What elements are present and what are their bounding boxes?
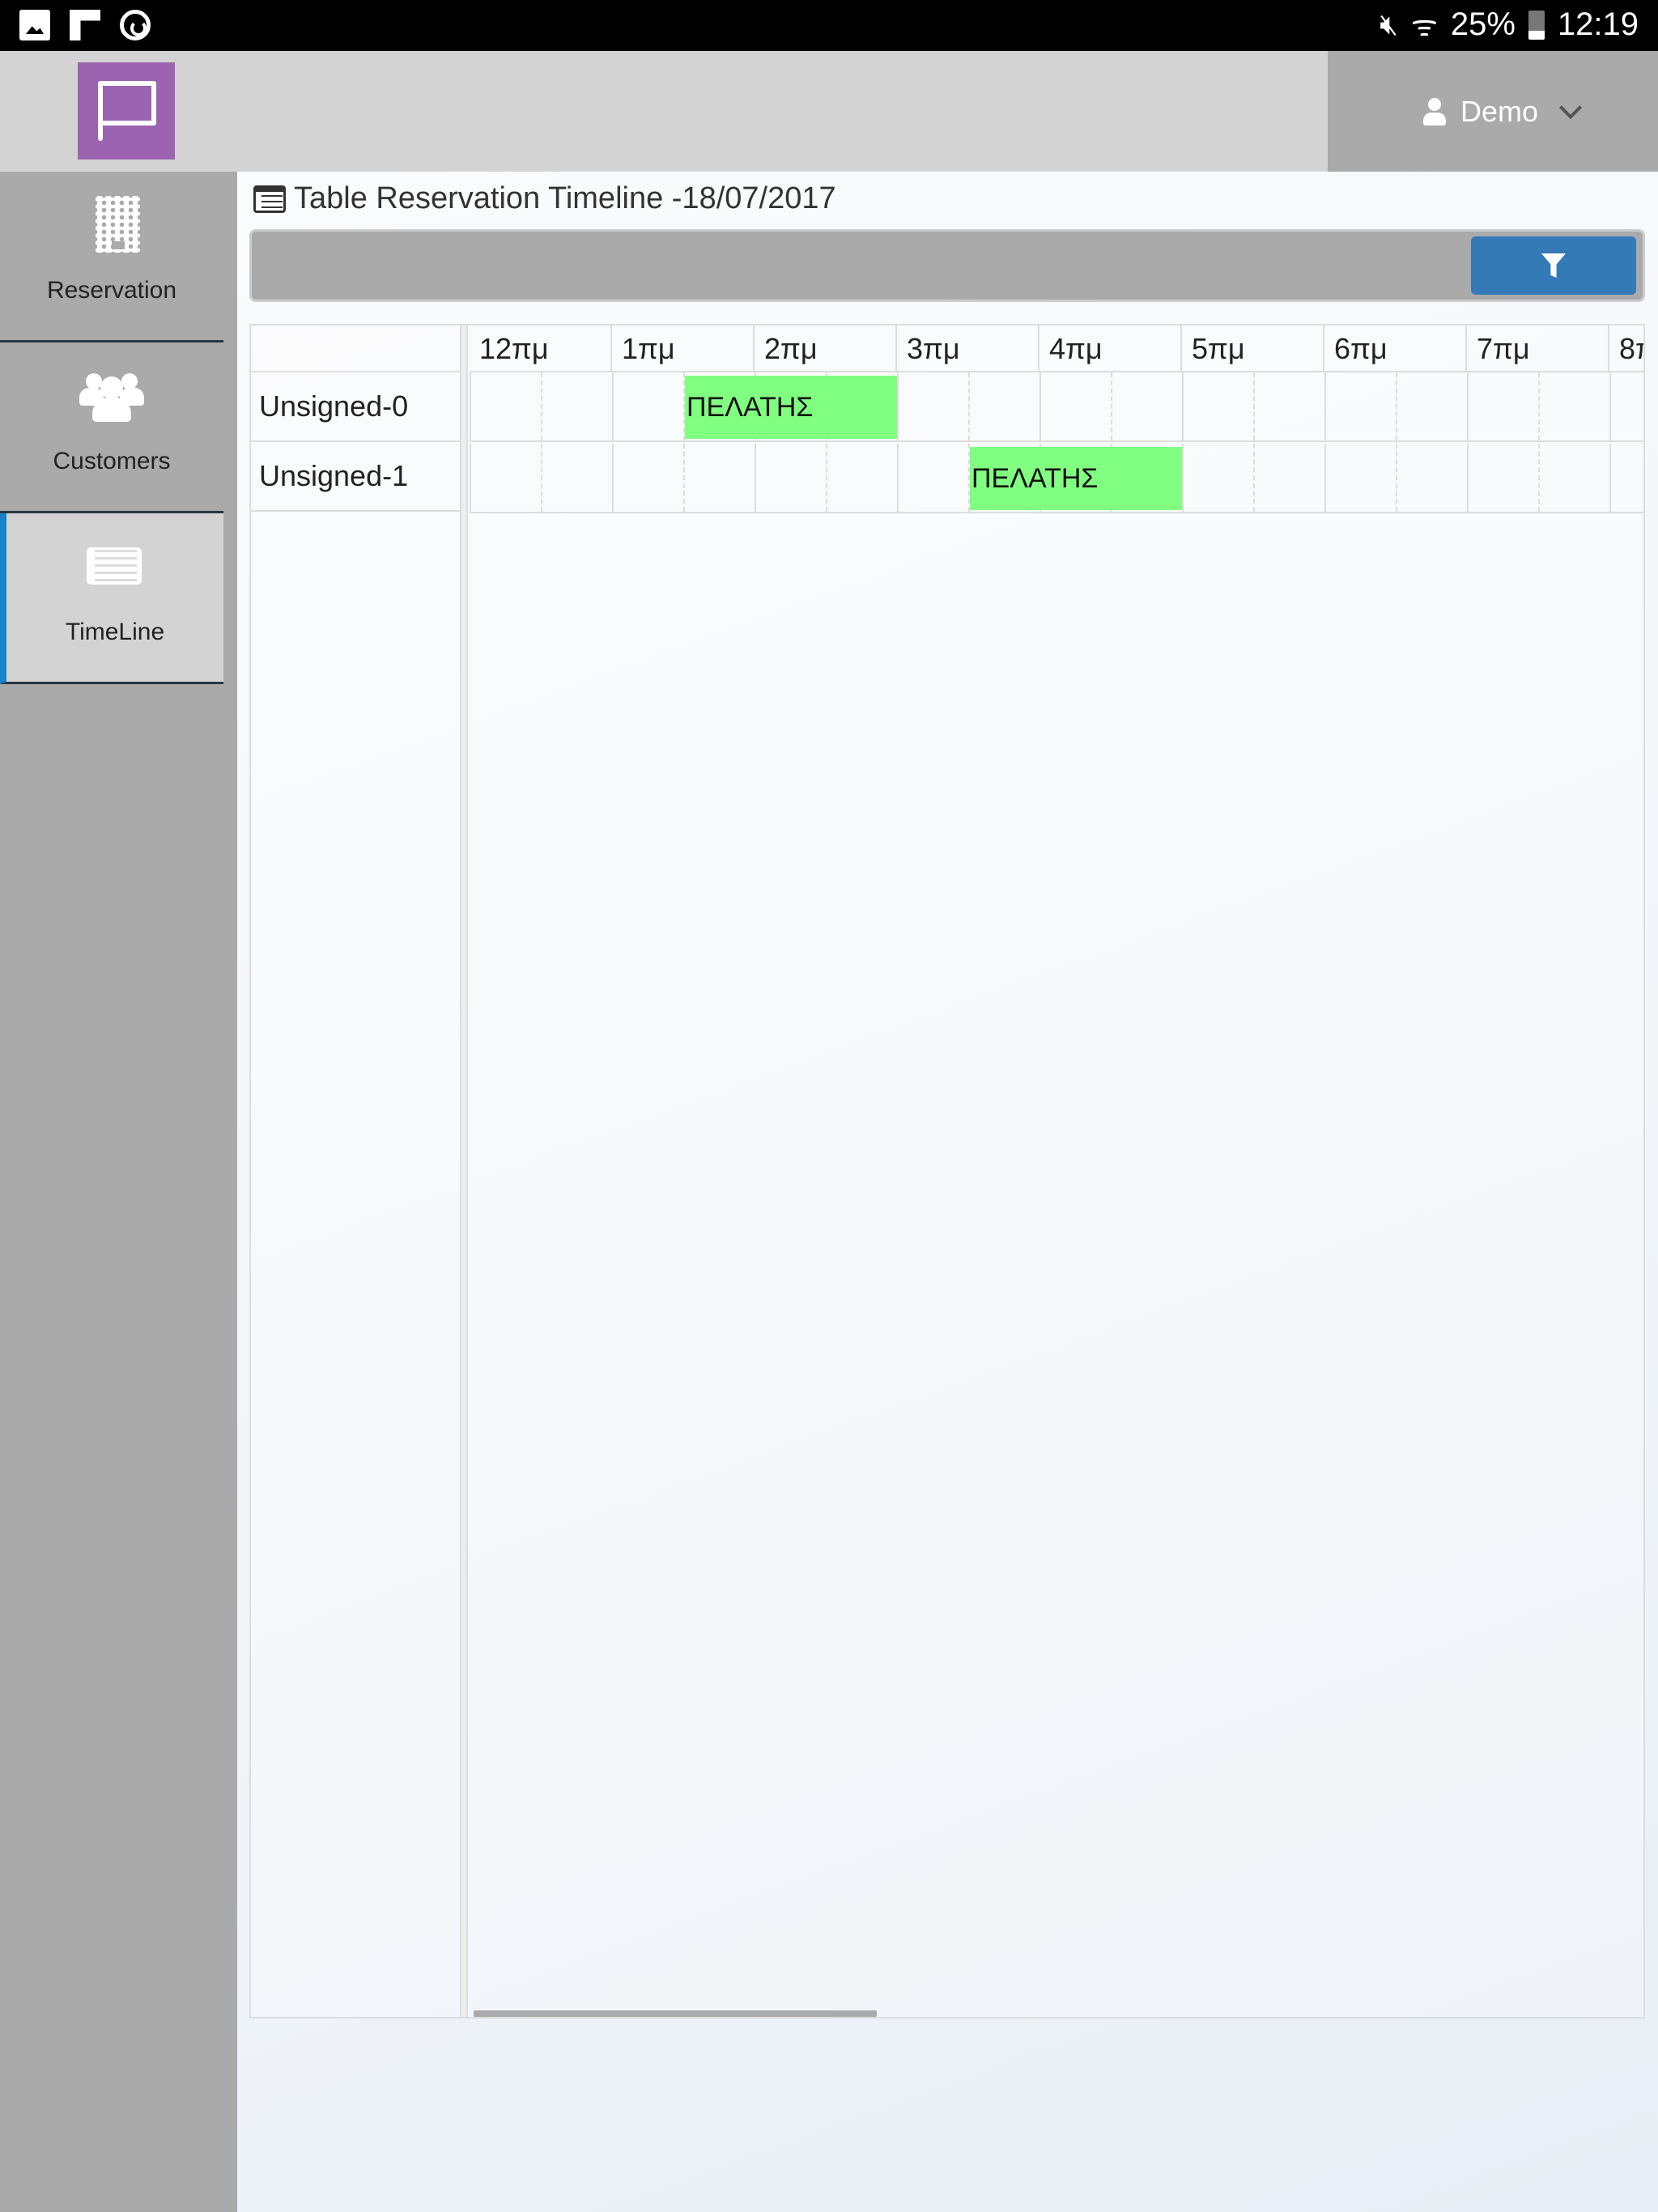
chat-logo-icon[interactable] — [78, 62, 175, 160]
grid-line — [1182, 444, 1184, 512]
column-splitter[interactable] — [461, 325, 468, 2017]
hour-header: 2πμ — [755, 325, 897, 372]
mute-icon: 🔇︎ — [1380, 7, 1398, 40]
flipboard-icon — [70, 10, 100, 40]
hour-header: 6πμ — [1324, 325, 1467, 372]
grid-line — [1111, 372, 1112, 440]
timeline-grid: Unsigned-0 Unsigned-1 12πμ 1πμ 2πμ 3πμ 4πμ 5π… — [249, 324, 1645, 2018]
user-icon — [1422, 97, 1446, 125]
hour-header: 4πμ — [1039, 325, 1182, 372]
grid-line — [1039, 372, 1041, 440]
chevron-down-icon — [1558, 96, 1583, 119]
grid-line — [612, 444, 614, 512]
list-icon — [83, 538, 147, 594]
timeline-area: 12πμ1πμ2πμ3πμ4πμ5πμ6πμ7πμ8πμ ΠΕΛΑΤΗΣ ΠΕΛΑ… — [470, 325, 1643, 2017]
main-content: Table Reservation Timeline -18/07/2017 U… — [237, 172, 1658, 2212]
resource-label: Unsigned-1 — [251, 442, 460, 512]
sidebar-item-label: Customers — [53, 448, 171, 474]
grid-line — [541, 444, 542, 512]
reservation-event[interactable]: ΠΕΛΑΤΗΣ — [685, 376, 897, 439]
filter-button[interactable] — [1471, 236, 1636, 295]
grid-line — [968, 372, 970, 440]
users-icon — [79, 367, 144, 423]
grid-line — [470, 444, 471, 512]
sidebar-item-timeline[interactable]: TimeLine — [0, 513, 223, 684]
grid-line — [541, 372, 542, 440]
grid-line — [470, 372, 471, 440]
grid-line — [612, 372, 614, 440]
grid-line — [683, 444, 685, 512]
timeline-row[interactable]: ΠΕΛΑΤΗΣ — [470, 372, 1643, 442]
building-icon — [79, 196, 144, 253]
hour-header: 3πμ — [897, 325, 1039, 372]
hour-header: 7πμ — [1467, 325, 1609, 372]
timeline-row[interactable]: ΠΕΛΑΤΗΣ — [470, 444, 1643, 513]
toolbar — [249, 229, 1645, 302]
reservation-event[interactable]: ΠΕΛΑΤΗΣ — [970, 447, 1182, 510]
sidebar: Reservation Customers TimeLine — [0, 172, 237, 2212]
grid-line — [1396, 444, 1397, 512]
grid-line — [1396, 372, 1397, 440]
battery-icon — [1528, 10, 1545, 40]
grid-line — [1467, 444, 1469, 512]
hour-header: 1πμ — [612, 325, 755, 372]
user-menu[interactable]: Demo — [1328, 51, 1658, 172]
hour-header: 5πμ — [1182, 325, 1324, 372]
list-icon — [253, 185, 286, 213]
sync-icon — [120, 10, 151, 40]
grid-line — [1182, 372, 1184, 440]
grid-line — [897, 444, 899, 512]
resource-column: Unsigned-0 Unsigned-1 — [251, 325, 461, 2017]
time-header: 12πμ1πμ2πμ3πμ4πμ5πμ6πμ7πμ8πμ — [470, 325, 1643, 372]
status-bar: 🔇︎ ᯤ 25% 12:19 — [0, 0, 1658, 51]
filter-icon — [1541, 253, 1566, 278]
sidebar-item-reservation[interactable]: Reservation — [0, 172, 223, 342]
grid-line — [1538, 444, 1540, 512]
grid-line — [1253, 372, 1255, 440]
page-title: Table Reservation Timeline -18/07/2017 — [253, 181, 836, 216]
page-title-text: Table Reservation Timeline -18/07/2017 — [294, 181, 836, 215]
grid-line — [1253, 444, 1255, 512]
user-name: Demo — [1460, 94, 1539, 128]
wifi-icon: ᯤ — [1410, 9, 1438, 42]
resource-header — [251, 325, 460, 372]
grid-line — [1324, 372, 1326, 440]
grid-line — [1324, 444, 1326, 512]
hour-header: 12πμ — [470, 325, 612, 372]
battery-percent: 25% — [1450, 6, 1516, 42]
grid-line — [1609, 372, 1611, 440]
app-header: Demo — [0, 51, 1658, 172]
hour-header: 8πμ — [1609, 325, 1643, 372]
resource-label: Unsigned-0 — [251, 372, 460, 442]
grid-line — [897, 372, 899, 440]
horizontal-scrollbar[interactable] — [474, 2010, 877, 2017]
grid-line — [826, 444, 827, 512]
gallery-icon — [19, 10, 50, 40]
grid-line — [755, 444, 756, 512]
grid-line — [1467, 372, 1469, 440]
sidebar-item-customers[interactable]: Customers — [0, 342, 223, 513]
grid-line — [1538, 372, 1540, 440]
sidebar-item-label: TimeLine — [65, 619, 165, 645]
clock: 12:19 — [1557, 6, 1639, 42]
grid-line — [1609, 444, 1611, 512]
sidebar-item-label: Reservation — [46, 277, 177, 304]
